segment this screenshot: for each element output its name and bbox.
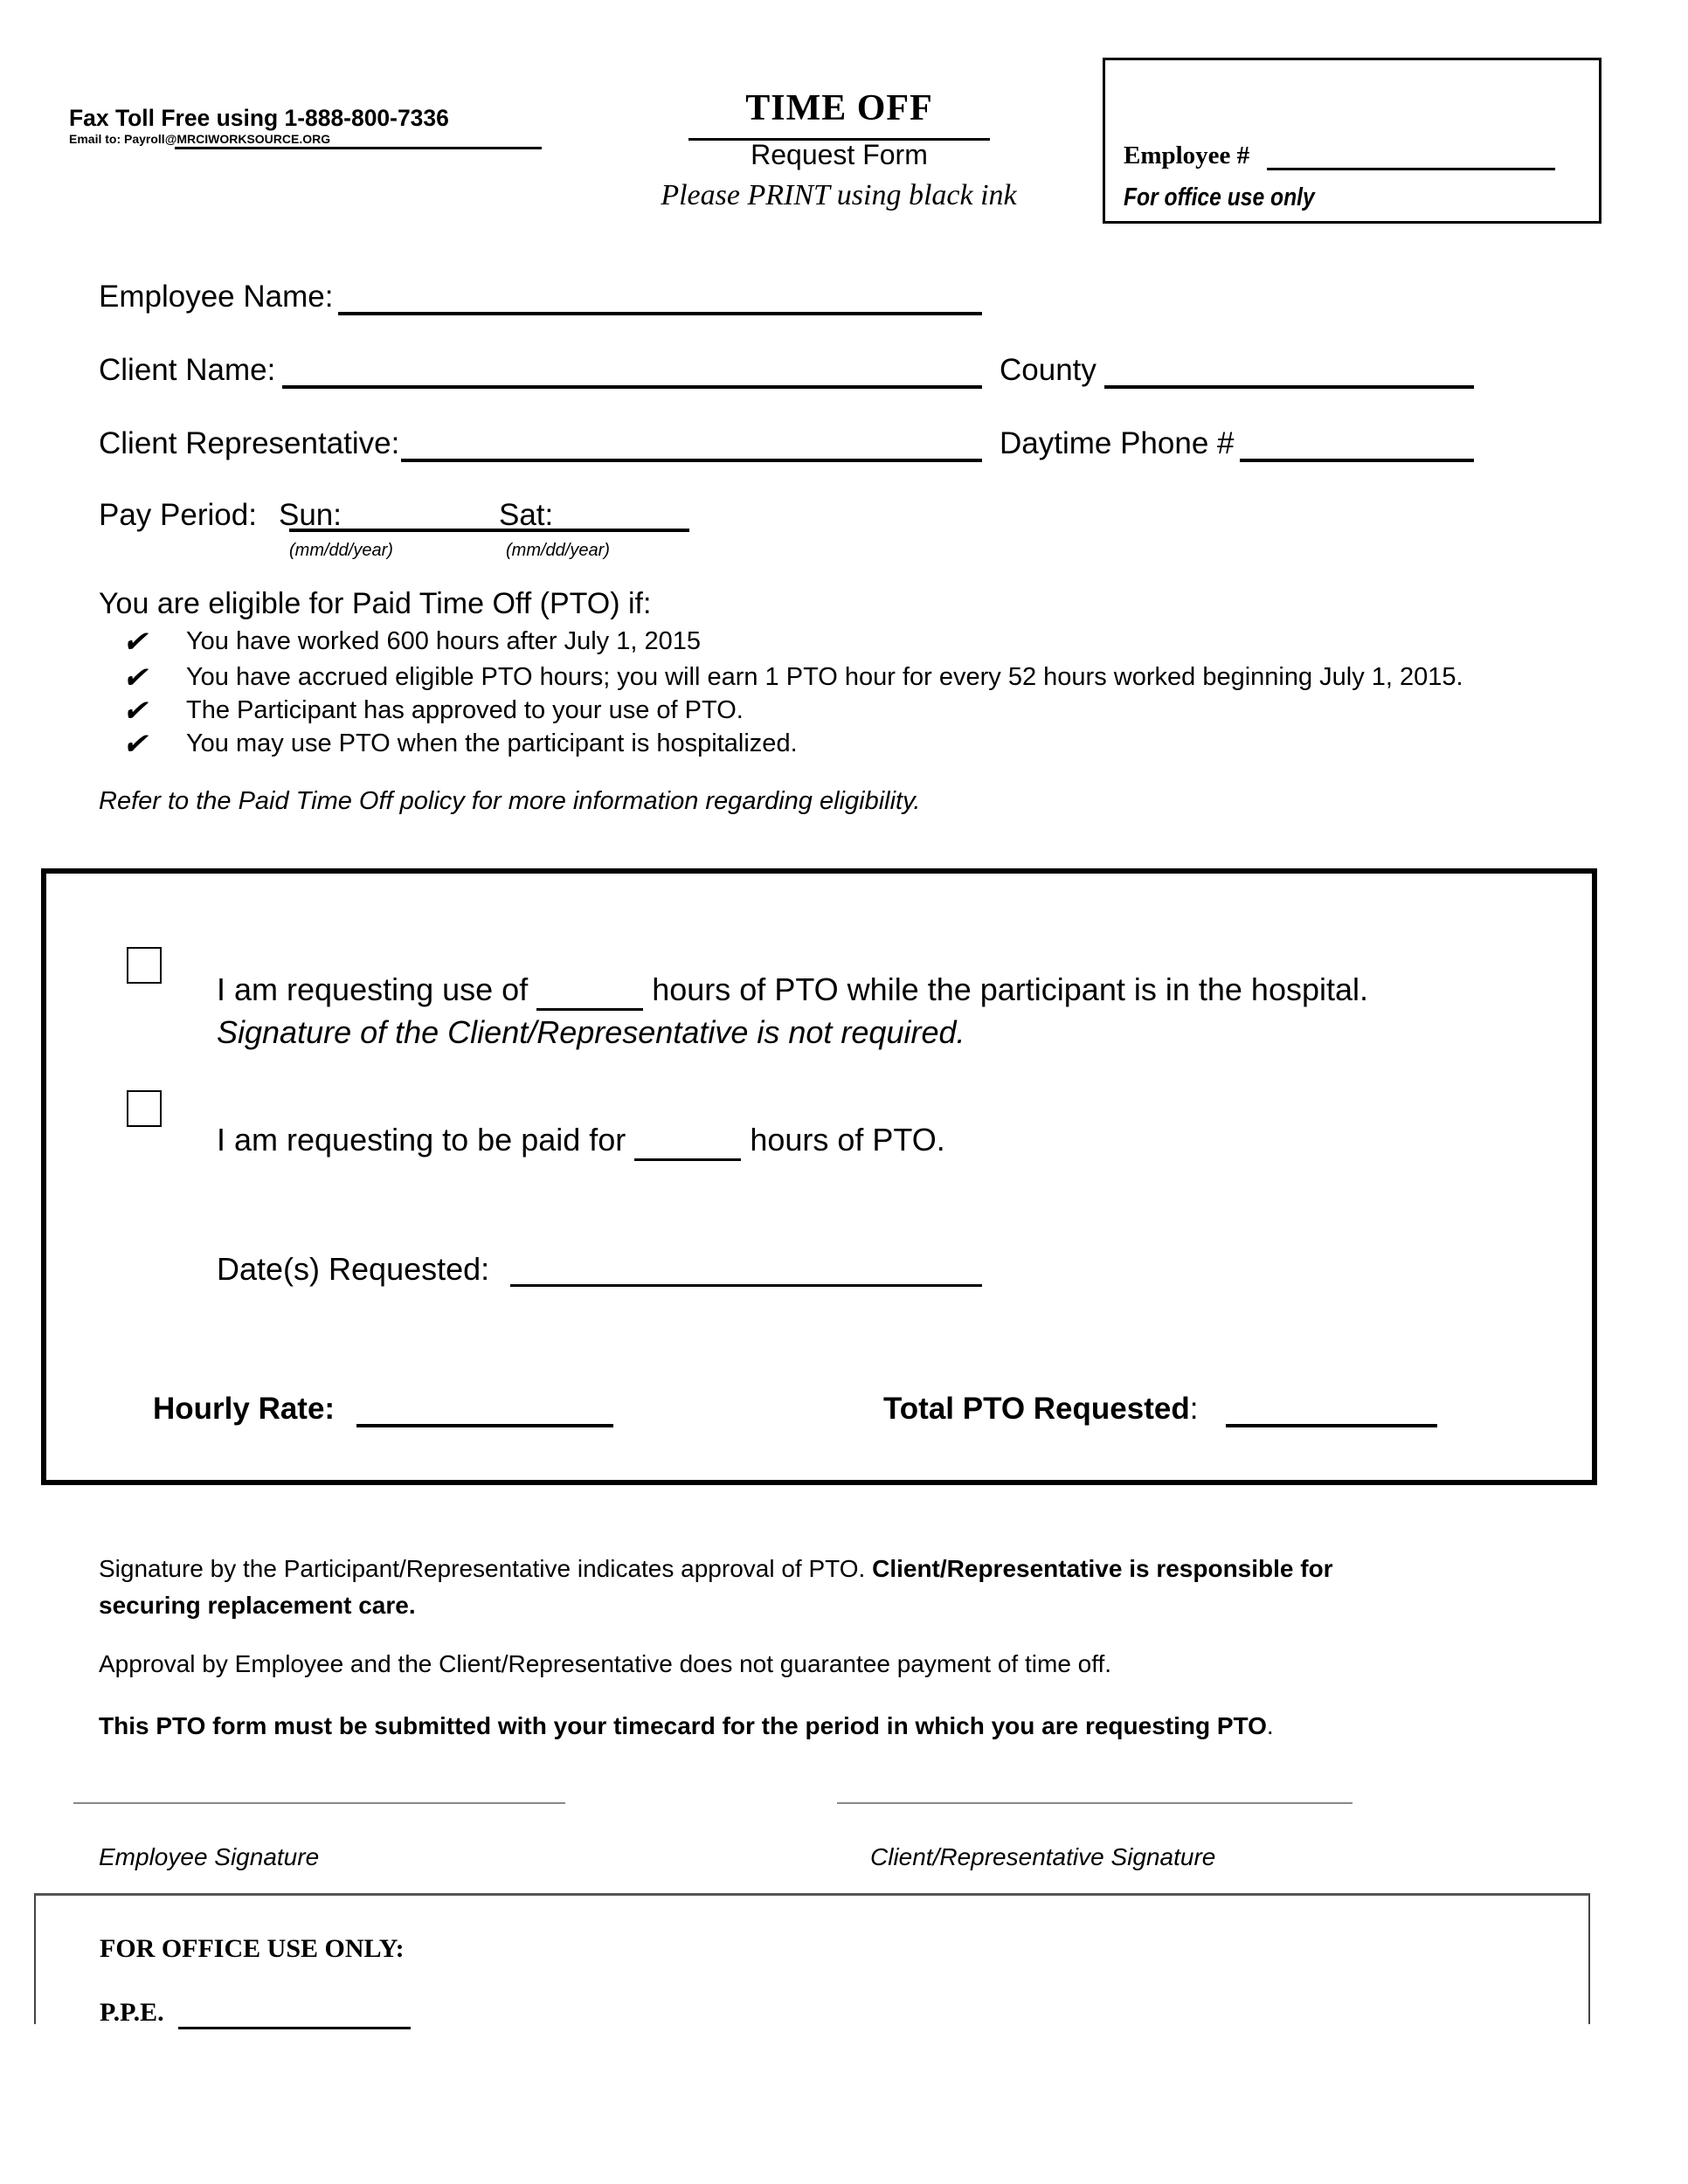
- pay-period-field[interactable]: [289, 529, 689, 532]
- hospital-pto-request: I am requesting use of hours of PTO whil…: [217, 971, 1368, 1011]
- sat-date-hint: (mm/dd/year): [506, 541, 610, 560]
- approval-note-normal: Signature by the Participant/Representat…: [99, 1555, 873, 1582]
- email-link[interactable]: @MRCIWORKSOURCE.ORG: [165, 132, 330, 146]
- print-instruction: Please PRINT using black ink: [661, 179, 1017, 211]
- hourly-rate-field[interactable]: [356, 1424, 613, 1427]
- sun-date-hint: (mm/dd/year): [289, 541, 393, 560]
- office-use-title: FOR OFFICE USE ONLY:: [100, 1934, 405, 1963]
- dates-requested-label: Date(s) Requested:: [217, 1251, 490, 1287]
- pay-period-sun-label: Sun:: [279, 498, 342, 532]
- check-icon: ✔: [122, 625, 148, 659]
- office-use-only-note: For office use only: [1124, 183, 1315, 211]
- submit-note: This PTO form must be submitted with you…: [99, 1712, 1274, 1740]
- check-icon: ✔: [122, 728, 148, 761]
- paid-pto-hours-field[interactable]: [634, 1122, 742, 1161]
- total-pto-field[interactable]: [1226, 1424, 1437, 1427]
- paid-pto-text-pre: I am requesting to be paid for: [217, 1122, 626, 1158]
- hospital-signature-note: Signature of the Client/Representative i…: [217, 1014, 965, 1050]
- hospital-pto-hours-field[interactable]: [536, 971, 644, 1011]
- pay-period-label: Pay Period:: [99, 498, 257, 532]
- employee-number-field[interactable]: [1267, 168, 1555, 170]
- hospital-pto-text-pre: I am requesting use of: [217, 971, 529, 1007]
- employee-signature-label: Employee Signature: [99, 1843, 320, 1870]
- ppe-label: P.P.E.: [100, 1998, 164, 2027]
- submit-note-end: .: [1266, 1712, 1274, 1739]
- eligibility-item: You have worked 600 hours after July 1, …: [186, 627, 701, 655]
- client-representative-field[interactable]: [401, 459, 982, 462]
- hospital-pto-text-post: hours of PTO while the participant is in…: [652, 971, 1369, 1007]
- pay-period-sat-label: Sat:: [499, 498, 554, 532]
- eligibility-item: The Participant has approved to your use…: [186, 696, 744, 724]
- eligibility-item: You may use PTO when the participant is …: [186, 729, 798, 757]
- paid-pto-text-post: hours of PTO.: [750, 1122, 945, 1158]
- paid-pto-checkbox[interactable]: [127, 1090, 162, 1127]
- email-prefix: Email to: Payroll: [69, 132, 165, 146]
- total-pto-colon: :: [1189, 1392, 1199, 1426]
- form-title: TIME OFF: [745, 88, 933, 128]
- approval-note-bold: Client/Representative is responsible for: [872, 1555, 1333, 1582]
- submit-note-bold: This PTO form must be submitted with you…: [99, 1712, 1267, 1739]
- eligibility-heading: You are eligible for Paid Time Off (PTO)…: [99, 587, 652, 620]
- employee-signature-field[interactable]: [73, 1802, 565, 1804]
- county-field[interactable]: [1104, 385, 1474, 389]
- eligibility-policy-note: Refer to the Paid Time Off policy for mo…: [99, 787, 921, 815]
- client-signature-field[interactable]: [837, 1802, 1352, 1804]
- total-pto-text: Total PTO Requested: [883, 1392, 1190, 1426]
- employee-number-label: Employee #: [1124, 142, 1250, 169]
- total-pto-label: Total PTO Requested:: [883, 1392, 1198, 1427]
- email-address: Email to: Payroll@MRCIWORKSOURCE.ORG: [69, 132, 330, 146]
- fax-number: Fax Toll Free using 1-888-800-7336: [69, 105, 449, 131]
- daytime-phone-label: Daytime Phone #: [1000, 426, 1235, 460]
- guarantee-note: Approval by Employee and the Client/Repr…: [99, 1650, 1112, 1677]
- county-label: County: [1000, 353, 1097, 387]
- approval-note-continued: securing replacement care.: [99, 1592, 416, 1619]
- approval-note: Signature by the Participant/Representat…: [99, 1555, 1333, 1583]
- daytime-phone-field[interactable]: [1240, 459, 1474, 462]
- ppe-field[interactable]: [178, 2027, 411, 2029]
- form-subtitle: Request Form: [751, 139, 928, 170]
- dates-requested-field[interactable]: [510, 1284, 982, 1287]
- client-name-label: Client Name:: [99, 353, 276, 387]
- employee-name-field[interactable]: [338, 312, 982, 315]
- client-signature-label: Client/Representative Signature: [870, 1843, 1216, 1870]
- check-icon: ✔: [122, 695, 148, 728]
- client-name-field[interactable]: [282, 385, 982, 389]
- employee-name-label: Employee Name:: [99, 280, 334, 314]
- paid-pto-request: I am requesting to be paid for hours of …: [217, 1122, 945, 1161]
- check-icon: ✔: [122, 661, 148, 695]
- hourly-rate-label: Hourly Rate:: [153, 1392, 336, 1426]
- client-representative-label: Client Representative:: [99, 426, 400, 460]
- email-underline: [175, 147, 542, 149]
- eligibility-item: You have accrued eligible PTO hours; you…: [186, 663, 1463, 691]
- hospital-pto-checkbox[interactable]: [127, 947, 162, 984]
